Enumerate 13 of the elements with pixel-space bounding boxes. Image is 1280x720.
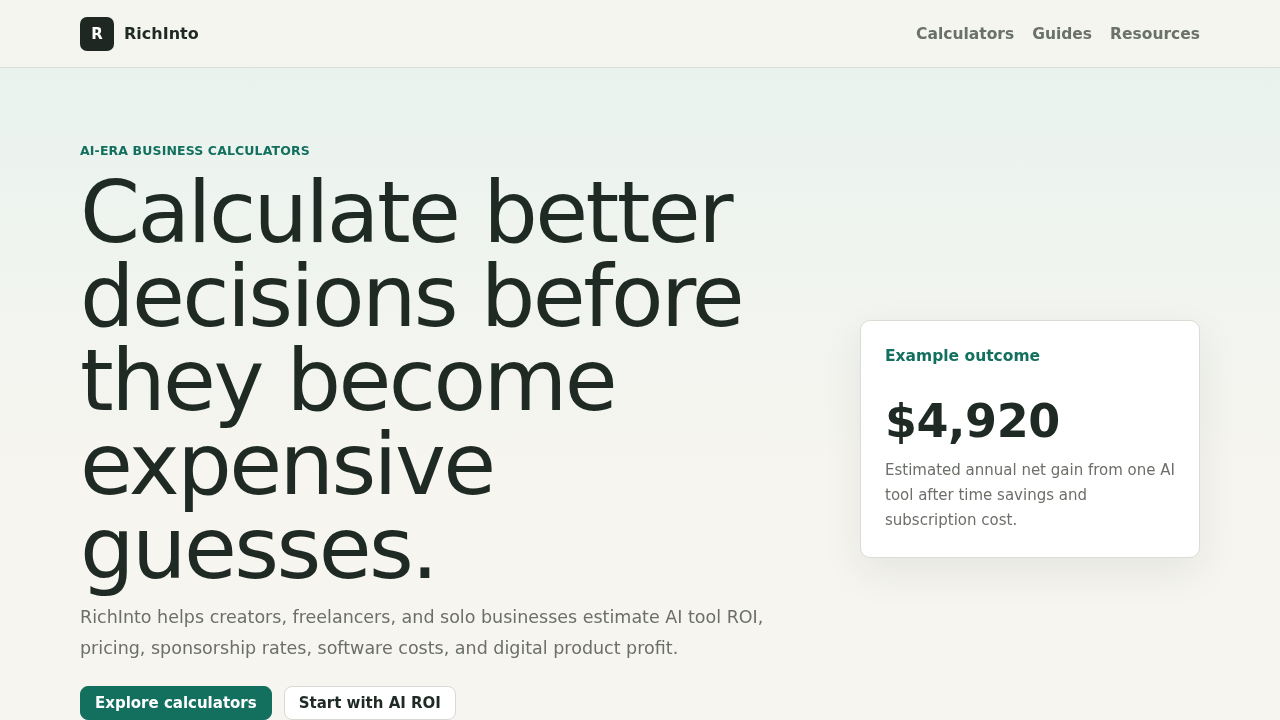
- card-description: Estimated annual net gain from one AI tool after time savings and subscription cost.: [885, 460, 1175, 531]
- nav-link[interactable]: Guides: [1032, 24, 1093, 43]
- card-label: Example outcome: [885, 347, 1042, 365]
- brand-name[interactable]: RichInto: [124, 24, 199, 43]
- explore-button[interactable]: Explore calculators: [80, 686, 272, 720]
- nav-link[interactable]: Calculators: [916, 24, 1015, 43]
- start-button[interactable]: Start with AI ROI: [283, 686, 456, 720]
- logo-mark[interactable]: R: [80, 16, 114, 51]
- nav-link[interactable]: Resources: [1110, 24, 1200, 43]
- card-value: $4,920: [885, 393, 1061, 449]
- hero-description: RichInto helps creators, freelancers, and solo businesses estimate AI tool ROI, pricing, sponsorship rates, software costs, and digital product profit.: [80, 606, 765, 660]
- eyebrow-label: AI-ERA BUSINESS CALCULATORS: [80, 143, 311, 158]
- hero-headline: Calculate better decisions before they become expensive guesses.: [80, 170, 744, 600]
